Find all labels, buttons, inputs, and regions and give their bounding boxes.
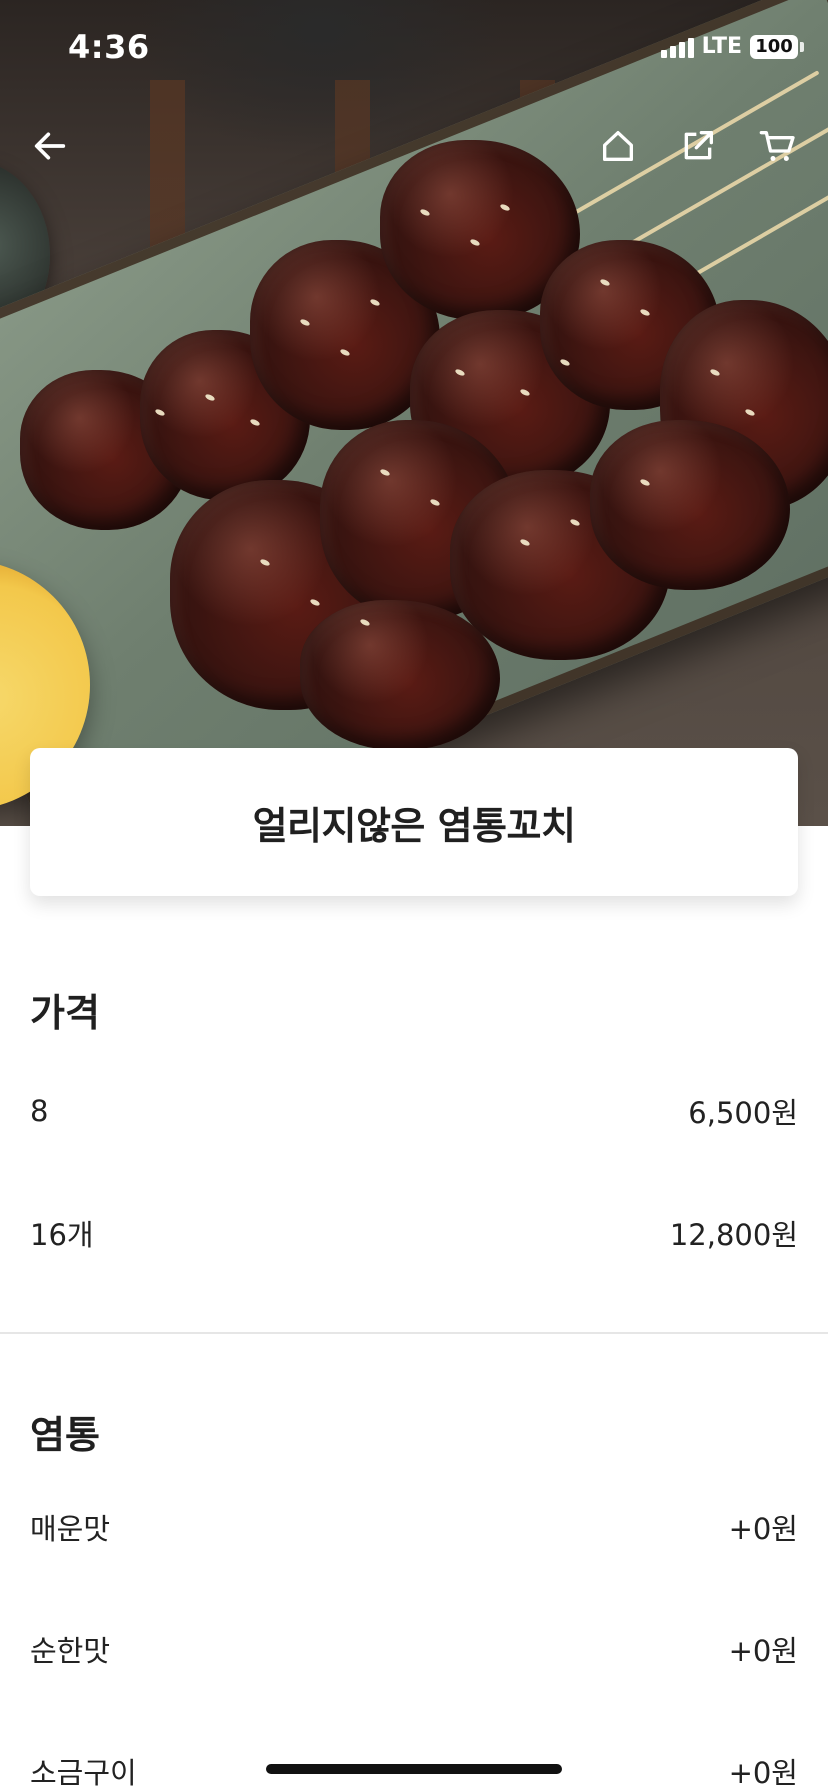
flavor-option-label: 순한맛 <box>30 1634 111 1668</box>
share-icon <box>684 131 713 160</box>
product-title: 얼리지않은 염통꼬치 <box>252 803 576 848</box>
price-option-label: 8 <box>30 1094 49 1128</box>
status-bar: 4:36 LTE 100 <box>0 0 828 100</box>
status-indicators: LTE 100 <box>660 34 804 59</box>
battery-level: 100 <box>755 36 793 57</box>
flavor-option-label: 매운맛 <box>30 1512 111 1546</box>
home-icon <box>603 131 633 161</box>
signal-strength-icon <box>660 36 694 58</box>
product-title-card: 얼리지않은 염통꼬치 <box>30 748 798 896</box>
price-option-row[interactable]: 8 6,500원 <box>30 1086 798 1136</box>
flavor-option-price: +0원 <box>728 1512 798 1546</box>
flavor-option-row[interactable]: 매운맛 +0원 <box>30 1502 798 1552</box>
flavor-section-title: 염통 <box>30 1413 100 1457</box>
battery-icon: 100 <box>750 34 804 59</box>
cart-button[interactable] <box>750 118 806 174</box>
share-button[interactable] <box>670 118 726 174</box>
section-divider <box>0 1332 828 1334</box>
home-indicator[interactable] <box>266 1764 562 1774</box>
flavor-option-price: +0원 <box>728 1756 798 1790</box>
home-button[interactable] <box>590 118 646 174</box>
flavor-option-price: +0원 <box>728 1634 798 1668</box>
flavor-option-label: 소금구이 <box>30 1756 137 1790</box>
status-time: 4:36 <box>68 28 150 66</box>
price-option-row[interactable]: 16개 12,800원 <box>30 1208 798 1258</box>
cart-icon <box>759 131 795 161</box>
price-option-price: 12,800원 <box>669 1218 798 1252</box>
product-detail-screen: 4:36 LTE 100 얼리지않은 염통꼬치 가격 8 6,500원 16개 … <box>0 0 828 1792</box>
price-option-label: 16개 <box>30 1218 94 1252</box>
flavor-option-row[interactable]: 순한맛 +0원 <box>30 1624 798 1674</box>
price-section-title: 가격 <box>30 991 100 1035</box>
arrow-left-icon <box>34 132 66 160</box>
network-type: LTE <box>701 34 742 59</box>
back-button[interactable] <box>22 118 78 174</box>
price-option-price: 6,500원 <box>688 1096 798 1130</box>
